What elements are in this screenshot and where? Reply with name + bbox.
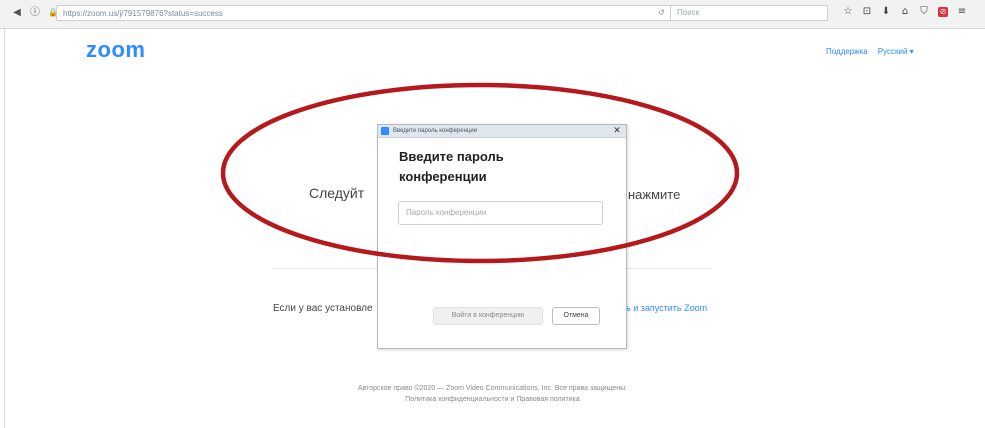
reload-icon[interactable]: ↺ (658, 5, 665, 21)
dialog-heading-line1: Введите пароль (399, 149, 504, 164)
cancel-button[interactable]: Отмена (552, 307, 600, 325)
instruction-text-left: Следуйт (309, 185, 365, 201)
nav-group: ◀ ⓘ 🔒 (10, 6, 60, 20)
bookmark-star-icon[interactable]: ☆ (843, 6, 853, 18)
search-input[interactable]: Поиск (670, 5, 828, 21)
support-link[interactable]: Поддержка (826, 47, 868, 56)
zoom-app-icon (381, 127, 389, 135)
installed-text: Если у вас установле (273, 303, 373, 314)
close-icon[interactable]: ✕ (611, 125, 623, 137)
back-button[interactable]: ◀ (10, 6, 24, 20)
dialog-titlebar: Введите пароль конференции ✕ (378, 125, 626, 138)
address-bar[interactable]: https://zoom.us/j/791579876?status=succe… (56, 5, 706, 21)
dialog-window-title: Введите пароль конференции (393, 128, 478, 134)
password-dialog: Введите пароль конференции ✕ Введите пар… (377, 124, 627, 349)
browser-toolbar: ◀ ⓘ 🔒 https://zoom.us/j/791579876?status… (0, 0, 985, 29)
download-launch-link[interactable]: ь и запустить Zoom (626, 303, 707, 313)
dialog-heading: Введите пароль конференции (399, 147, 559, 187)
instruction-text-right: нажмите (628, 187, 681, 202)
toolbar-icons: ☆ ⊡ ⬇ ⌂ ⛉ ⊘ ≡ (843, 6, 967, 18)
window-border (4, 29, 5, 428)
header-links: Поддержка Русский ▾ (826, 47, 914, 56)
menu-icon[interactable]: ≡ (957, 6, 967, 18)
dialog-heading-line2: конференции (399, 169, 487, 184)
copyright-text: Авторское право ©2020 — Zoom Video Commu… (357, 385, 628, 392)
policy-links[interactable]: Политика конфиденциальности и Правовая п… (0, 396, 985, 403)
language-link[interactable]: Русский ▾ (878, 47, 914, 56)
info-icon[interactable]: ⓘ (28, 6, 42, 20)
password-input[interactable]: Пароль конференции (398, 201, 603, 225)
zoom-logo[interactable]: zoom (86, 37, 145, 63)
library-icon[interactable]: ⊡ (862, 6, 872, 18)
download-icon[interactable]: ⬇ (881, 6, 891, 18)
join-meeting-button[interactable]: Войти в конференцию (433, 307, 543, 325)
pocket-icon[interactable]: ⛉ (919, 6, 929, 18)
home-icon[interactable]: ⌂ (900, 6, 910, 18)
adblock-icon[interactable]: ⊘ (938, 7, 948, 17)
